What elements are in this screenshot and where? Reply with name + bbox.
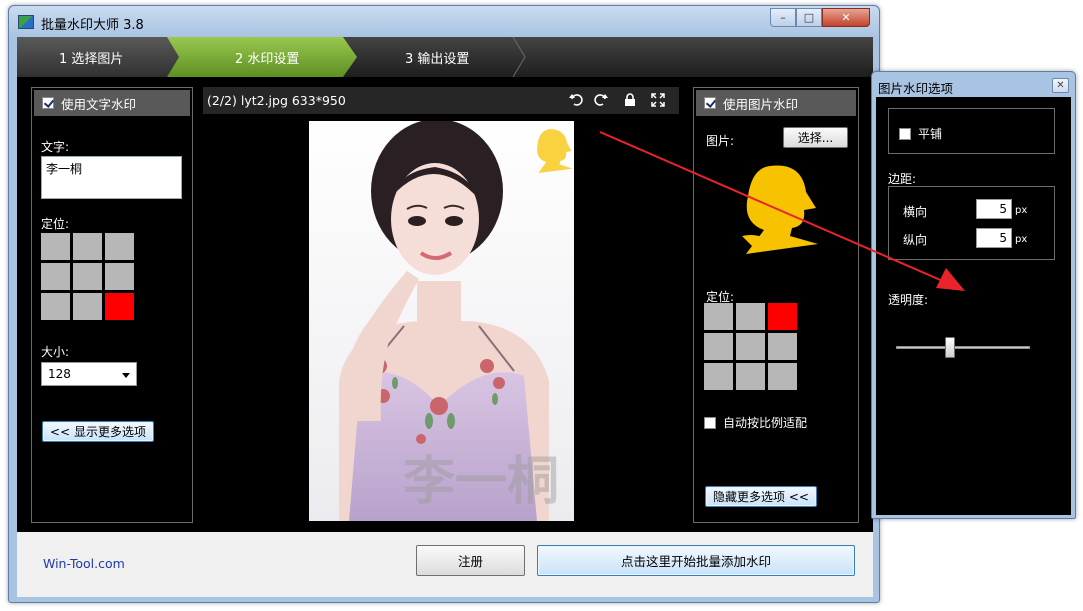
position-cell-6[interactable] [41,293,70,320]
choose-image-button[interactable]: 选择... [783,127,848,148]
size-select[interactable]: 128 [41,362,137,386]
position-cell-5[interactable] [105,263,134,290]
size-label: 大小: [41,345,70,359]
preview-image[interactable]: 李一桐 [309,121,574,521]
lock-icon[interactable] [621,91,639,109]
text-position-grid [41,233,134,320]
options-client: 平铺 边距: 横向 5 px 纵向 5 px 透明度: [876,97,1071,515]
margin-label: 边距: [888,172,917,186]
auto-fit-label: 自动按比例适配 [723,416,808,430]
watermark-text-input[interactable]: 李一桐 [41,156,182,199]
tile-checkbox[interactable] [899,127,911,140]
image-watermark-label: 使用图片水印 [723,96,799,112]
position-cell-7[interactable] [73,293,102,320]
fullscreen-icon[interactable] [649,91,667,109]
image-position-grid [704,303,797,390]
opacity-slider-thumb[interactable] [944,337,955,358]
position-cell-5[interactable] [768,333,797,360]
position-cell-2[interactable] [105,233,134,260]
position-cell-1[interactable] [73,233,102,260]
minimize-button[interactable]: – [770,8,796,27]
text-label: 文字: [41,140,70,154]
options-window-title: 图片水印选项 [878,81,954,96]
text-watermark-header[interactable]: 使用文字水印 [34,90,190,116]
position-cell-4[interactable] [73,263,102,290]
margin-group: 横向 5 px 纵向 5 px [888,186,1055,260]
horizontal-unit: px [1015,205,1028,216]
preview-photo: 李一桐 [309,121,574,521]
text-watermark-label: 使用文字水印 [61,96,137,112]
options-close-button[interactable]: ✕ [1052,78,1069,93]
horizontal-margin-input[interactable]: 5 [976,199,1012,219]
step-bar: 1 选择图片 2 水印设置 3 输出设置 [17,37,873,77]
auto-fit-option[interactable]: 自动按比例适配 [704,414,807,431]
opacity-slider-track[interactable] [896,346,1030,349]
position-cell-7[interactable] [736,363,765,390]
image-watermark-options-window: 图片水印选项 ✕ 平铺 边距: 横向 5 px 纵向 5 px 透明度: [871,71,1076,519]
rotate-right-icon[interactable] [592,91,610,109]
position-cell-0[interactable] [704,303,733,330]
position-cell-3[interactable] [704,333,733,360]
position-cell-4[interactable] [736,333,765,360]
position-cell-3[interactable] [41,263,70,290]
image-watermark-checkbox[interactable] [704,97,716,109]
tile-group: 平铺 [888,108,1055,154]
website-link[interactable]: Win-Tool.com [43,556,125,571]
text-position-label: 定位: [41,217,70,231]
position-cell-2[interactable] [768,303,797,330]
title-bar[interactable]: 批量水印大师 3.8 – □ ✕ [9,6,879,37]
vertical-label: 纵向 [903,233,928,247]
footer: Win-Tool.com 注册 点击这里开始批量添加水印 [17,532,873,597]
close-button[interactable]: ✕ [822,8,870,27]
auto-fit-checkbox[interactable] [704,416,716,429]
preview-toolbar: (2/2) lyt2.jpg 633*950 [203,87,679,114]
main-window: 批量水印大师 3.8 – □ ✕ 1 选择图片 2 水印设置 3 输出设置 使用… [8,5,880,603]
hide-more-options-button[interactable]: 隐藏更多选项 << [705,486,817,507]
image-watermark-header[interactable]: 使用图片水印 [696,90,856,116]
step-watermark-settings[interactable]: 2 水印设置 [167,37,357,77]
maximize-button[interactable]: □ [796,8,822,27]
position-cell-8[interactable] [768,363,797,390]
vertical-unit: px [1015,234,1028,245]
preview-title: (2/2) lyt2.jpg 633*950 [207,93,346,108]
step-output-settings[interactable]: 3 输出设置 [347,37,527,77]
text-watermark-panel: 使用文字水印 文字: 李一桐 定位: 大小: 128 << 显示更多选项 [31,87,193,523]
start-batch-watermark-button[interactable]: 点击这里开始批量添加水印 [537,545,855,576]
show-more-options-button[interactable]: << 显示更多选项 [42,421,154,442]
preview-text-watermark: 李一桐 [403,452,559,512]
tile-label: 平铺 [918,127,943,141]
position-cell-8[interactable] [105,293,134,320]
rotate-left-icon[interactable] [567,91,585,109]
position-cell-0[interactable] [41,233,70,260]
horizontal-label: 横向 [903,205,928,219]
step-separator-icon [512,37,526,77]
tile-option[interactable]: 平铺 [899,125,942,142]
vertical-margin-input[interactable]: 5 [976,228,1012,248]
position-cell-1[interactable] [736,303,765,330]
app-icon [18,15,34,29]
position-cell-6[interactable] [704,363,733,390]
register-button[interactable]: 注册 [416,545,525,576]
watermark-logo-preview [742,165,818,254]
step-select-images[interactable]: 1 选择图片 [17,37,179,77]
text-watermark-checkbox[interactable] [42,97,54,109]
image-watermark-panel: 使用图片水印 图片: 选择... 定位: 自动按比例适配 隐藏更多选项 << [693,87,859,523]
main-client: 1 选择图片 2 水印设置 3 输出设置 使用文字水印 文字: 李一桐 定位: … [17,37,873,597]
window-title: 批量水印大师 3.8 [41,18,144,33]
image-label: 图片: [706,134,735,148]
opacity-label: 透明度: [888,293,929,307]
